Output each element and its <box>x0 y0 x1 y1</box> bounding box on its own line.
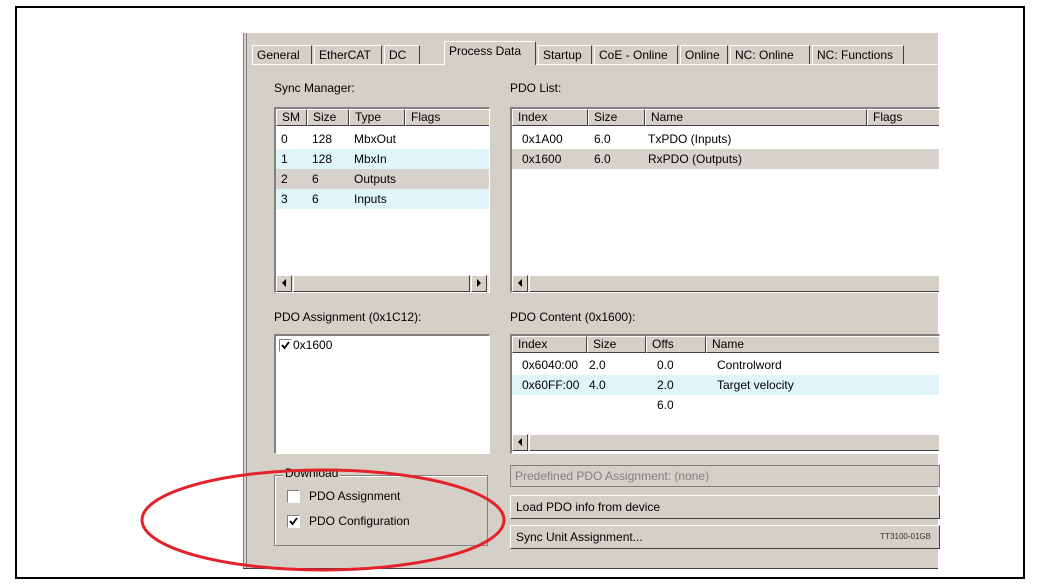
table-row[interactable]: 2 6 Outputs <box>276 169 489 189</box>
predefined-pdo-assignment-select[interactable]: Predefined PDO Assignment: (none) <box>510 465 940 487</box>
scroll-left-button[interactable] <box>512 275 528 292</box>
pdo-col-size[interactable]: Size <box>588 109 645 126</box>
pdo-list[interactable]: Index Size Name Flags 0x1A00 6.0 TxPDO (… <box>510 107 940 293</box>
scroll-thumb[interactable] <box>529 275 939 292</box>
pdo-assignment-checkbox[interactable] <box>279 339 292 352</box>
tab-body-top-edge <box>252 64 938 65</box>
sync-manager-list[interactable]: SM Size Type Flags 0 128 MbxOut 1 128 Mb… <box>274 107 490 293</box>
table-row[interactable]: 0x6040:00 2.0 0.0 Controlword <box>512 355 939 375</box>
arrow-left-icon <box>518 438 522 446</box>
pdo-col-index[interactable]: Index <box>512 109 588 126</box>
sync-unit-assignment-label: Sync Unit Assignment... <box>516 530 643 544</box>
scroll-left-button[interactable] <box>512 434 528 451</box>
pdo-col-name[interactable]: Name <box>645 109 867 126</box>
scroll-right-button[interactable] <box>471 275 487 292</box>
highlight-ellipse-stroke <box>140 468 506 572</box>
tab-nc-functions[interactable]: NC: Functions <box>812 45 904 64</box>
table-row[interactable]: 3 6 Inputs <box>276 189 489 209</box>
scroll-thumb[interactable] <box>529 434 939 451</box>
tab-general[interactable]: General <box>252 45 312 64</box>
pdo-assignment-list[interactable]: 0x1600 <box>274 334 490 454</box>
pdo-assignment-label: PDO Assignment (0x1C12): <box>274 310 422 324</box>
pdo-assignment-item-label: 0x1600 <box>293 338 333 352</box>
content-col-size[interactable]: Size <box>587 336 646 353</box>
table-row[interactable]: 1 128 MbxIn <box>276 149 489 169</box>
content-col-name[interactable]: Name <box>706 336 939 353</box>
sync-manager-label: Sync Manager: <box>274 81 355 95</box>
pdo-list-label: PDO List: <box>510 81 562 95</box>
load-pdo-info-button[interactable]: Load PDO info from device <box>510 495 940 519</box>
highlight-ellipse <box>140 468 506 572</box>
sm-col-sm[interactable]: SM <box>276 109 307 126</box>
tab-startup[interactable]: Startup <box>538 45 592 64</box>
tab-coe-online[interactable]: CoE - Online <box>594 45 678 64</box>
sync-unit-assignment-button[interactable]: Sync Unit Assignment... TT3100-01GB <box>510 525 940 549</box>
scroll-left-button[interactable] <box>276 275 292 292</box>
checkmark-icon <box>281 341 290 350</box>
sm-col-flags[interactable]: Flags <box>405 109 489 126</box>
content-col-offs[interactable]: Offs <box>646 336 706 353</box>
table-row[interactable]: 0x1600 6.0 RxPDO (Outputs) <box>512 149 939 169</box>
scroll-thumb[interactable] <box>293 275 470 292</box>
sm-col-size[interactable]: Size <box>307 109 349 126</box>
sm-col-type[interactable]: Type <box>349 109 405 126</box>
figure-code: TT3100-01GB <box>880 532 931 541</box>
tab-nc-online[interactable]: NC: Online <box>730 45 810 64</box>
pdo-content-list[interactable]: Index Size Offs Name 0x6040:00 2.0 0.0 C… <box>510 334 940 454</box>
table-row[interactable]: 0x1A00 6.0 TxPDO (Inputs) <box>512 129 939 149</box>
pdo-content-horizontal-scrollbar[interactable] <box>512 434 939 451</box>
arrow-left-icon <box>282 279 286 287</box>
table-row[interactable]: 0 128 MbxOut <box>276 129 489 149</box>
tab-dc[interactable]: DC <box>384 45 420 64</box>
arrow-right-icon <box>477 279 481 287</box>
table-row[interactable]: 0x60FF:00 4.0 2.0 Target velocity <box>512 375 939 395</box>
pdo-content-label: PDO Content (0x1600): <box>510 310 636 324</box>
tab-online[interactable]: Online <box>680 45 728 64</box>
table-row[interactable]: 6.0 <box>512 395 939 415</box>
pdo-col-flags[interactable]: Flags <box>867 109 939 126</box>
tab-ethercat[interactable]: EtherCAT <box>314 45 382 64</box>
arrow-left-icon <box>518 279 522 287</box>
tab-process-data[interactable]: Process Data <box>444 41 536 65</box>
pdo-list-horizontal-scrollbar[interactable] <box>512 275 939 292</box>
content-col-index[interactable]: Index <box>512 336 587 353</box>
sm-horizontal-scrollbar[interactable] <box>276 275 489 292</box>
